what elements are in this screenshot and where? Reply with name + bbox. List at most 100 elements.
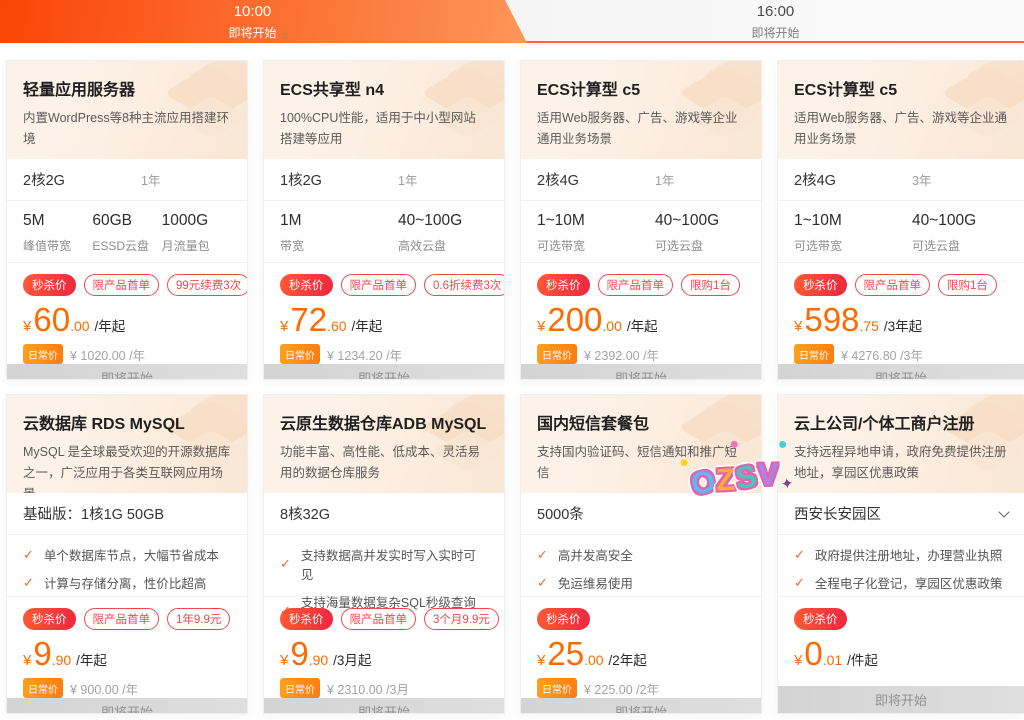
duration-value: 1年	[655, 170, 674, 189]
product-card-sms-package: 国内短信套餐包 支持国内验证码、短信通知和推广短信 5000条 ✓ 高并发高安全…	[520, 394, 762, 714]
price-section: 秒杀价 限产品首单 1年9.9元 ¥ 9 .90 /年起 日常价 ¥ 900.0…	[7, 597, 247, 698]
tab-16-00[interactable]: 16:00 即将开始	[527, 0, 1024, 43]
spec-label: 月流量包	[162, 237, 231, 254]
features-list: ✓ 单个数据库节点，大幅节省成本 ✓ 计算与存储分离，性价比超高	[7, 535, 247, 597]
spec-label: ESSD云盘	[92, 237, 161, 254]
daily-price-badge: 日常价	[23, 344, 63, 364]
tab-status: 即将开始	[527, 20, 1024, 41]
seckill-badge: 秒杀价	[537, 274, 590, 296]
product-card-ecs-shared-n4: ECS共享型 n4 100%CPU性能，适用于中小型网站搭建等应用 1核2G 1…	[263, 60, 505, 380]
card-header: 国内短信套餐包 支持国内验证码、短信通知和推广短信	[521, 395, 761, 493]
park-select-value: 西安长安园区	[794, 503, 881, 524]
seckill-badge: 秒杀价	[794, 608, 847, 630]
features-list: ✓ 高并发高安全 ✓ 免运维易使用	[521, 535, 761, 597]
spec-value: 60GB	[92, 212, 161, 230]
badges-row: 秒杀价 限产品首单 限购1台	[537, 274, 745, 296]
badges-row: 秒杀价	[537, 608, 745, 630]
check-icon: ✓	[23, 547, 34, 563]
price-decimal: .90	[52, 652, 71, 668]
price-line: ¥ 25 .00 /2年起	[537, 637, 745, 671]
price-unit: /年起	[76, 649, 107, 669]
feature-item: ✓ 免运维易使用	[537, 573, 745, 592]
product-title: 轻量应用服务器	[23, 76, 231, 100]
daily-price-row: 日常价 ¥ 1020.00 /年	[23, 344, 231, 364]
start-button[interactable]: 即将开始	[7, 364, 247, 380]
currency-symbol: ¥	[794, 318, 802, 335]
product-description: 100%CPU性能，适用于中小型网站搭建等应用	[280, 108, 488, 150]
product-card-lightweight-server: 轻量应用服务器 内置WordPress等8种主流应用搭建环境 2核2G 1年 5…	[6, 60, 248, 380]
promo-badge: 3个月9.9元	[424, 608, 499, 630]
config-value: 基础版：1核1G 50GB	[23, 503, 164, 524]
spec-label: 可选带宽	[794, 237, 912, 254]
start-button[interactable]: 即将开始	[521, 698, 761, 714]
card-header: 云原生数据仓库ADB MySQL 功能丰富、高性能、低成本、灵活易用的数据仓库服…	[264, 395, 504, 493]
product-grid: 轻量应用服务器 内置WordPress等8种主流应用搭建环境 2核2G 1年 5…	[0, 43, 1024, 714]
price-unit: /年起	[627, 315, 658, 335]
badges-row: 秒杀价 限产品首单 限购1台	[794, 274, 1008, 296]
price-integer: 200	[547, 303, 602, 337]
config-value: 1核2G	[280, 169, 322, 190]
start-button[interactable]: 即将开始	[778, 686, 1024, 713]
feature-item: ✓ 单个数据库节点，大幅节省成本	[23, 545, 231, 564]
park-select[interactable]: 西安长安园区	[778, 493, 1024, 535]
currency-symbol: ¥	[537, 318, 545, 335]
feature-item: ✓ 全程电子化登记，享园区优惠政策	[794, 573, 1008, 592]
config-row: 8核32G	[264, 493, 504, 535]
feature-item: ✓ 支持数据高并发实时写入实时可见	[280, 545, 488, 583]
price-decimal: .01	[823, 652, 842, 668]
features-list: ✓ 政府提供注册地址，办理营业执照 ✓ 全程电子化登记，享园区优惠政策	[778, 535, 1024, 597]
daily-price-text: ¥ 2392.00 /年	[584, 345, 659, 364]
features-list: ✓ 支持数据高并发实时写入实时可见 ✓ 支持海量数据复杂SQL秒级查询响应	[264, 535, 504, 597]
price-integer: 0	[804, 637, 822, 671]
spec-value: 1~10M	[794, 212, 912, 230]
spec-value: 1~10M	[537, 212, 655, 230]
price-line: ¥ 9 .90 /3月起	[280, 637, 488, 671]
feature-text: 单个数据库节点，大幅节省成本	[44, 545, 219, 564]
start-button[interactable]: 即将开始	[7, 698, 247, 714]
promo-badge: 0.6折续费3次	[424, 274, 505, 296]
product-description: 支持国内验证码、短信通知和推广短信	[537, 442, 745, 484]
card-header: 轻量应用服务器 内置WordPress等8种主流应用搭建环境	[7, 61, 247, 159]
duration-value: 1年	[398, 170, 417, 189]
price-line: ¥ 200 .00 /年起	[537, 303, 745, 337]
price-line: ¥ 0 .01 /件起	[794, 637, 1008, 671]
badges-row: 秒杀价 限产品首单 0.6折续费3次	[280, 274, 488, 296]
price-decimal: .00	[70, 318, 89, 334]
daily-price-row: 日常价 ¥ 4276.80 /3年	[794, 344, 1008, 364]
promo-badge: 99元续费3次	[167, 274, 248, 296]
config-row: 基础版：1核1G 50GB	[7, 493, 247, 535]
feature-text: 全程电子化登记，享园区优惠政策	[815, 573, 1003, 592]
price-section: 秒杀价 限产品首单 0.6折续费3次 ¥ 72 .60 /年起 日常价 ¥ 12…	[264, 263, 504, 364]
price-unit: /3年起	[884, 315, 922, 335]
duration-value: 1年	[141, 170, 160, 189]
start-button[interactable]: 即将开始	[264, 364, 504, 380]
promo-badge: 限购1台	[938, 274, 997, 296]
tab-10-00[interactable]: 10:00 即将开始	[0, 0, 527, 43]
product-title: ECS计算型 c5	[537, 76, 745, 100]
product-description: 内置WordPress等8种主流应用搭建环境	[23, 108, 231, 150]
card-header: ECS计算型 c5 适用Web服务器、广告、游戏等企业通用业务场景	[778, 61, 1024, 159]
start-button[interactable]: 即将开始	[778, 364, 1024, 380]
start-button[interactable]: 即将开始	[264, 698, 504, 714]
duration-value: 3年	[912, 170, 931, 189]
daily-price-text: ¥ 900.00 /年	[70, 679, 138, 698]
badges-row: 秒杀价 限产品首单 3个月9.9元	[280, 608, 488, 630]
price-line: ¥ 9 .90 /年起	[23, 637, 231, 671]
promo-badge: 限产品首单	[341, 274, 417, 296]
product-description: 适用Web服务器、广告、游戏等企业通用业务场景	[794, 108, 1008, 150]
daily-price-badge: 日常价	[280, 678, 320, 698]
flash-sale-tabbar: 16:00 即将开始 10:00 即将开始	[0, 0, 1024, 43]
start-button[interactable]: 即将开始	[521, 364, 761, 380]
chevron-down-icon	[998, 506, 1009, 517]
product-card-ecs-compute-c5-1y: ECS计算型 c5 适用Web服务器、广告、游戏等企业通用业务场景 2核4G 1…	[520, 60, 762, 380]
config-value: 2核4G	[794, 169, 836, 190]
product-title: 云上公司/个体工商户注册	[794, 410, 1008, 434]
spec-item: 5M 峰值带宽	[23, 212, 92, 262]
spec-value: 5M	[23, 212, 92, 230]
promo-badge: 限产品首单	[341, 608, 417, 630]
daily-price-text: ¥ 2310.00 /3月	[327, 679, 409, 698]
daily-price-badge: 日常价	[537, 678, 577, 698]
product-title: ECS共享型 n4	[280, 76, 488, 100]
price-section: 秒杀价 限产品首单 99元续费3次 ¥ 60 .00 /年起 日常价 ¥ 102…	[7, 263, 247, 364]
product-title: 云数据库 RDS MySQL	[23, 410, 231, 434]
